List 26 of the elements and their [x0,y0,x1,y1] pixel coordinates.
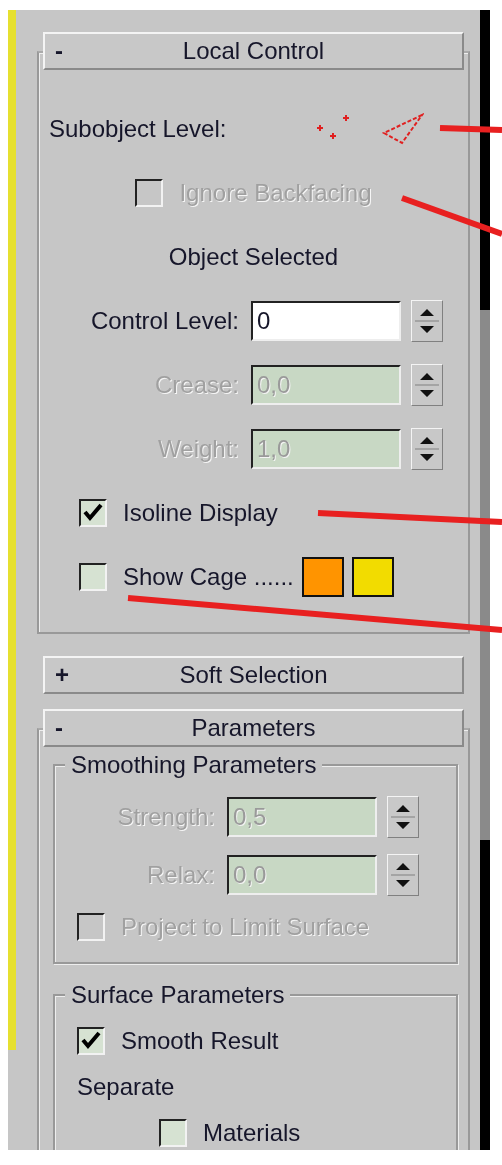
section-label: Separate [77,1073,175,1101]
spinner-arrows[interactable] [387,796,419,838]
spinner-arrows[interactable] [411,428,443,470]
status-text: Object Selected [168,243,339,271]
checkbox-label: Isoline Display [123,499,278,527]
color-swatch[interactable] [351,557,394,597]
checkbox[interactable] [159,1119,187,1147]
checkbox-label: Show Cage ...... [123,563,294,591]
triangle-icon[interactable] [382,113,425,145]
rollout-header[interactable]: + Soft Selection [43,656,464,694]
spinner-label: Control Level: [89,307,239,335]
rollout-header[interactable]: - Local Control [43,32,464,70]
spinner-arrows[interactable] [387,854,419,896]
spinner-arrows[interactable] [411,364,443,406]
checkbox-label: Materials [203,1119,301,1147]
subobject-label: Subobject Level: [49,115,227,143]
checkbox[interactable] [77,1027,105,1055]
checkbox[interactable] [79,499,107,527]
spinner-arrows[interactable] [411,300,443,342]
color-swatch[interactable] [301,557,344,597]
checkbox[interactable] [79,563,107,591]
scrollbar[interactable] [480,10,490,1150]
checkbox-label: Smooth Result [121,1027,279,1055]
leader-line [439,125,502,133]
rollout-header[interactable]: - Parameters [43,709,464,747]
spinner-field[interactable]: 0 [251,301,401,341]
